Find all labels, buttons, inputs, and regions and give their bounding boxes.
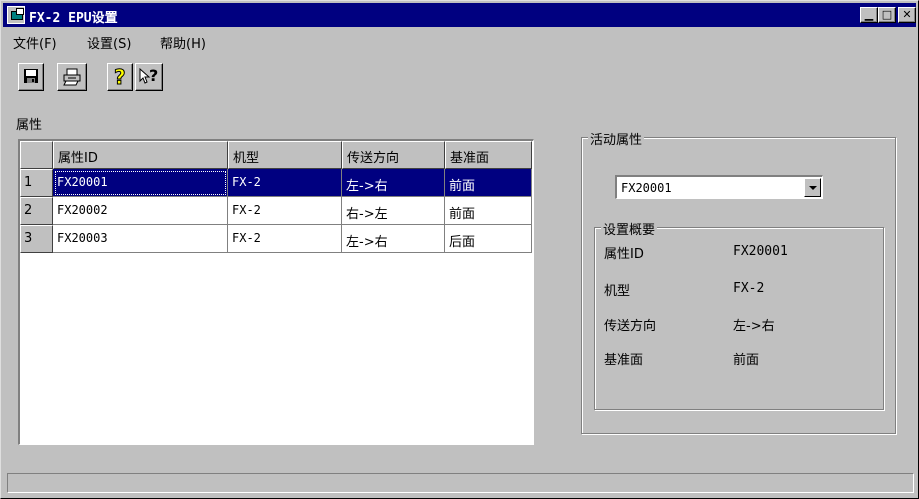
save-icon	[24, 69, 38, 83]
app-icon[interactable]	[7, 6, 25, 24]
context-help-button[interactable]: ?	[135, 63, 163, 91]
maximize-icon: □	[881, 8, 893, 21]
row-number[interactable]: 3	[20, 225, 53, 253]
menu-help[interactable]: 帮助(H)	[160, 33, 206, 52]
cell-reference[interactable]: 前面	[445, 169, 532, 197]
summary-label-direction: 传送方向	[604, 319, 657, 334]
properties-grid[interactable]: 属性ID 机型 传送方向 基准面 1 FX20001 FX-2 左->右 前面 …	[18, 139, 534, 445]
active-properties-label: 活动属性	[588, 129, 645, 148]
active-property-select[interactable]: FX20001	[615, 175, 823, 199]
print-icon	[63, 68, 81, 86]
cell-model[interactable]: FX-2	[228, 197, 342, 225]
maximize-button[interactable]: □	[878, 7, 896, 23]
menu-file[interactable]: 文件(F)	[13, 33, 57, 52]
chevron-down-icon[interactable]	[804, 178, 821, 197]
summary-value-direction: 左->右	[733, 319, 775, 334]
col-header-id[interactable]: 属性ID	[53, 141, 228, 169]
cell-direction[interactable]: 左->右	[342, 169, 445, 197]
minimize-button[interactable]: ▁	[860, 7, 878, 23]
cell-id[interactable]: FX20003	[53, 225, 228, 253]
menu-settings[interactable]: 设置(S)	[87, 33, 131, 52]
close-button[interactable]: ✕	[898, 7, 916, 23]
minimize-icon: ▁	[864, 8, 874, 21]
active-property-value: FX20001	[621, 181, 672, 195]
cell-reference[interactable]: 前面	[445, 197, 532, 225]
app-window: FX-2 EPU设置 ▁ □ ✕ 文件(F) 设置(S) 帮助(H) ? ? 属…	[0, 0, 919, 499]
context-help-glyph: ?	[149, 66, 159, 85]
status-bar	[7, 473, 914, 493]
title-bar[interactable]: FX-2 EPU设置 ▁ □ ✕	[3, 3, 916, 27]
summary-value-model: FX-2	[733, 281, 765, 296]
cell-direction[interactable]: 右->左	[342, 197, 445, 225]
help-button[interactable]: ?	[107, 63, 133, 91]
settings-summary-label: 设置概要	[601, 219, 658, 238]
cell-model[interactable]: FX-2	[228, 169, 342, 197]
properties-label: 属性	[16, 118, 43, 133]
col-header-reference[interactable]: 基准面	[445, 141, 532, 169]
col-header-direction[interactable]: 传送方向	[342, 141, 445, 169]
col-header-model[interactable]: 机型	[228, 141, 342, 169]
cell-model[interactable]: FX-2	[228, 225, 342, 253]
cell-direction[interactable]: 左->右	[342, 225, 445, 253]
window-title: FX-2 EPU设置	[29, 11, 118, 26]
save-button[interactable]	[18, 63, 44, 91]
print-button[interactable]	[57, 63, 87, 91]
row-number[interactable]: 1	[20, 169, 53, 197]
summary-label-reference: 基准面	[604, 353, 644, 368]
summary-label-model: 机型	[604, 284, 631, 299]
summary-value-id: FX20001	[733, 244, 788, 259]
close-icon: ✕	[902, 8, 912, 21]
corner-header[interactable]	[20, 141, 53, 169]
summary-value-reference: 前面	[733, 353, 760, 368]
summary-label-id: 属性ID	[604, 247, 644, 262]
cell-id[interactable]: FX20001	[53, 169, 228, 197]
help-icon: ?	[114, 65, 127, 90]
cell-id[interactable]: FX20002	[53, 197, 228, 225]
cell-reference[interactable]: 后面	[445, 225, 532, 253]
menu-bar: 文件(F) 设置(S) 帮助(H)	[3, 29, 916, 52]
row-number[interactable]: 2	[20, 197, 53, 225]
